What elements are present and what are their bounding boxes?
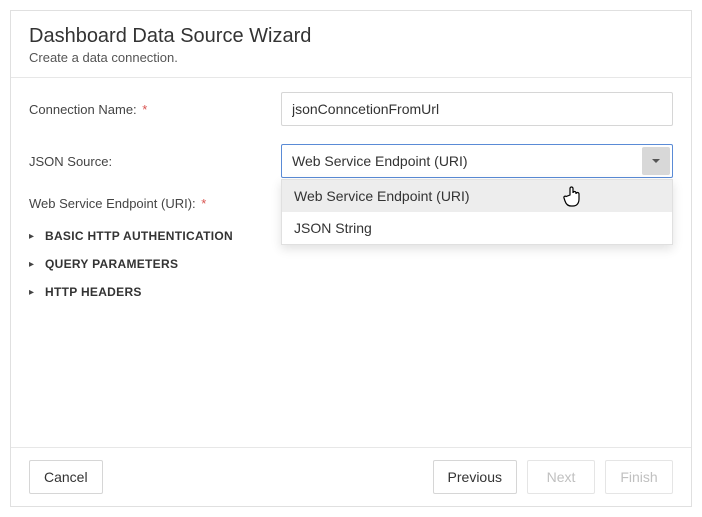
expander-http-headers[interactable]: ▸ HTTP HEADERS xyxy=(29,285,673,299)
field-json-source: Web Service Endpoint (URI) Web Service E… xyxy=(281,144,673,178)
required-marker: * xyxy=(201,196,206,211)
expander-label: BASIC HTTP AUTHENTICATION xyxy=(45,229,233,243)
dialog-title: Dashboard Data Source Wizard xyxy=(29,25,673,48)
label-connection-name-text: Connection Name: xyxy=(29,102,137,117)
label-endpoint-text: Web Service Endpoint (URI): xyxy=(29,196,196,211)
field-connection-name xyxy=(281,92,673,126)
finish-button[interactable]: Finish xyxy=(605,460,673,494)
json-source-dropdown-button[interactable] xyxy=(642,147,670,175)
dialog-footer: Cancel Previous Next Finish xyxy=(11,447,691,506)
chevron-right-icon: ▸ xyxy=(29,287,39,298)
footer-right-group: Previous Next Finish xyxy=(433,460,673,494)
row-connection-name: Connection Name: * xyxy=(29,92,673,126)
expander-label: HTTP HEADERS xyxy=(45,285,142,299)
next-button[interactable]: Next xyxy=(527,460,595,494)
json-source-selected-text: Web Service Endpoint (URI) xyxy=(292,153,468,169)
dialog-body: Connection Name: * JSON Source: Web Serv… xyxy=(11,78,691,447)
chevron-right-icon: ▸ xyxy=(29,259,39,270)
dialog-subtitle: Create a data connection. xyxy=(29,50,673,65)
label-json-source: JSON Source: xyxy=(29,154,281,169)
expander-query-params[interactable]: ▸ QUERY PARAMETERS xyxy=(29,257,673,271)
label-connection-name: Connection Name: * xyxy=(29,102,281,117)
json-source-select[interactable]: Web Service Endpoint (URI) Web Service E… xyxy=(281,144,673,178)
required-marker: * xyxy=(142,102,147,117)
dropdown-option-json-string[interactable]: JSON String xyxy=(282,212,672,244)
json-source-dropdown: Web Service Endpoint (URI) JSON String xyxy=(281,179,673,245)
row-json-source: JSON Source: Web Service Endpoint (URI) … xyxy=(29,144,673,178)
chevron-right-icon: ▸ xyxy=(29,231,39,242)
wizard-dialog: Dashboard Data Source Wizard Create a da… xyxy=(10,10,692,507)
dialog-header: Dashboard Data Source Wizard Create a da… xyxy=(11,11,691,78)
connection-name-input[interactable] xyxy=(281,92,673,126)
expander-label: QUERY PARAMETERS xyxy=(45,257,178,271)
label-endpoint: Web Service Endpoint (URI): * xyxy=(29,196,281,211)
dropdown-option-web-service[interactable]: Web Service Endpoint (URI) xyxy=(282,180,672,212)
cancel-button[interactable]: Cancel xyxy=(29,460,103,494)
chevron-down-icon xyxy=(651,154,661,169)
previous-button[interactable]: Previous xyxy=(433,460,517,494)
json-source-display[interactable]: Web Service Endpoint (URI) xyxy=(281,144,673,178)
